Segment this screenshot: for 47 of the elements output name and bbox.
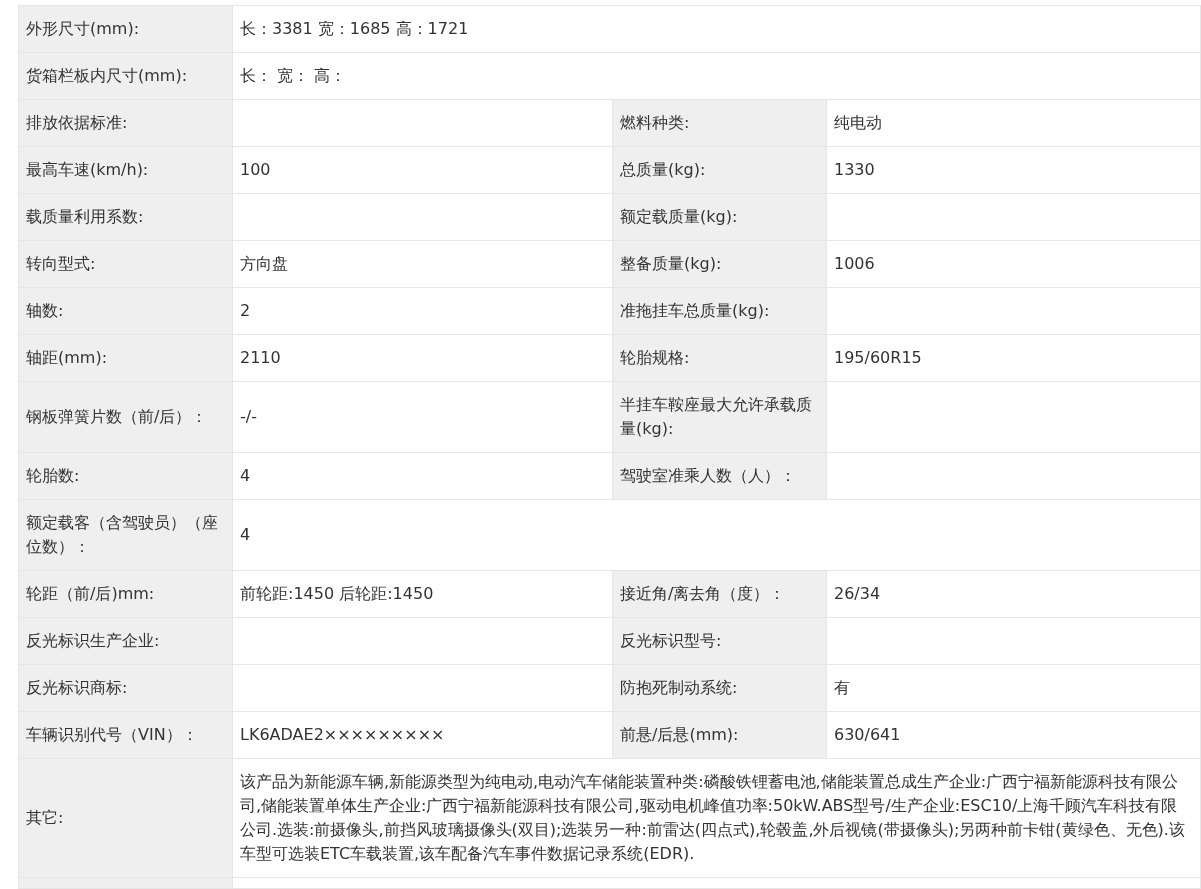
field-value: 630/641 bbox=[826, 711, 1201, 759]
field-label: 轴距(mm): bbox=[18, 334, 233, 382]
field-value: -/- bbox=[232, 381, 613, 453]
field-value: 1330 bbox=[826, 146, 1201, 194]
field-label: 转向型式: bbox=[18, 240, 233, 288]
field-value: 方向盘 bbox=[232, 240, 613, 288]
field-value: 100 bbox=[232, 146, 613, 194]
field-label: 货箱栏板内尺寸(mm): bbox=[18, 52, 233, 100]
field-label: 钢板弹簧片数（前/后）： bbox=[18, 381, 233, 453]
field-label: 反光标识生产企业: bbox=[18, 617, 233, 665]
field-value: 26/34 bbox=[826, 570, 1201, 618]
field-label: 反光标识型号: bbox=[612, 617, 827, 665]
field-label: 最高车速(km/h): bbox=[18, 146, 233, 194]
field-label: 总质量(kg): bbox=[612, 146, 827, 194]
field-label: 轴数: bbox=[18, 287, 233, 335]
field-label: 轮胎数: bbox=[18, 452, 233, 500]
field-value: 4 bbox=[232, 452, 613, 500]
field-label: 其它: bbox=[18, 758, 233, 878]
field-value: 纯电动 bbox=[826, 99, 1201, 147]
field-label: 外形尺寸(mm): bbox=[18, 5, 233, 53]
field-value: 2110 bbox=[232, 334, 613, 382]
field-label: 驾驶室准乘人数（人）： bbox=[612, 452, 827, 500]
field-value: 4 bbox=[232, 499, 1201, 571]
field-value: 2 bbox=[232, 287, 613, 335]
field-label: 载质量利用系数: bbox=[18, 193, 233, 241]
field-value: 该产品为新能源车辆,新能源类型为纯电动,电动汽车储能装置种类:磷酸铁锂蓄电池,储能装置总成生产企业:广西宁福新能源科技有限公司,储能装置单体生产企业:广西宁福新能源科技有限公司,驱动电机峰值功率:50kW.ABS型号/生产企业:ESC10/上海千顾汽车科技有限公司.选装:前摄像头,前挡风玻璃摄像头(双目);选装另一种:前雷达(四点式),轮毂盖,外后视镜(带摄像头);另两种前卡钳(黄绿色、无色).该车型可选装ETC车载装置,该车配备汽车事件数据记录系统(EDR). bbox=[232, 758, 1201, 878]
field-label: 前悬/后悬(mm): bbox=[612, 711, 827, 759]
field-value: 长：3381 宽：1685 高：1721 bbox=[232, 5, 1201, 53]
field-label: 车辆识别代号（VIN）： bbox=[18, 711, 233, 759]
field-label: 轮距（前/后)mm: bbox=[18, 570, 233, 618]
field-value: LK6ADAE2××××××××× bbox=[232, 711, 613, 759]
field-value: 前轮距:1450 后轮距:1450 bbox=[232, 570, 613, 618]
field-label: 轮胎规格: bbox=[612, 334, 827, 382]
field-value: 1006 bbox=[826, 240, 1201, 288]
field-label: 整备质量(kg): bbox=[612, 240, 827, 288]
field-label: 燃料种类: bbox=[612, 99, 827, 147]
field-value: 有 bbox=[826, 664, 1201, 712]
field-value: 195/60R15 bbox=[826, 334, 1201, 382]
field-label: 排放依据标准: bbox=[18, 99, 233, 147]
field-value: 长： 宽： 高： bbox=[232, 52, 1201, 100]
field-label: 接近角/离去角（度）： bbox=[612, 570, 827, 618]
field-label: 额定载质量(kg): bbox=[612, 193, 827, 241]
field-label: 准拖挂车总质量(kg): bbox=[612, 287, 827, 335]
field-label: 防抱死制动系统: bbox=[612, 664, 827, 712]
field-label: 半挂车鞍座最大允许承载质量(kg): bbox=[612, 381, 827, 453]
field-label: 额定载客（含驾驶员）（座位数）： bbox=[18, 499, 233, 571]
field-label: 反光标识商标: bbox=[18, 664, 233, 712]
